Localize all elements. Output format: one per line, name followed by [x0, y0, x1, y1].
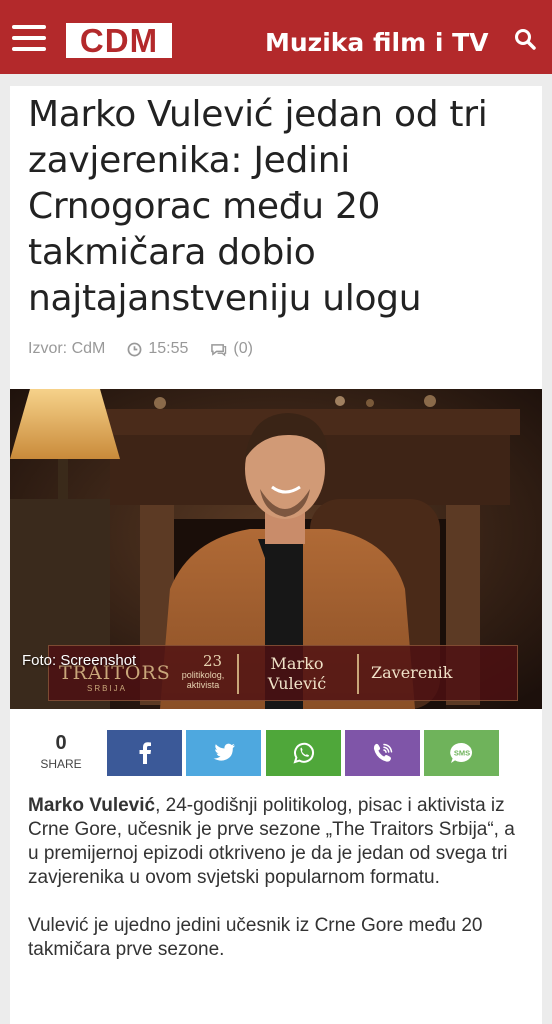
banner-role: politikolog, aktivista	[173, 670, 233, 690]
sms-icon-text: SMS	[453, 749, 469, 758]
article-hero-image[interactable]: TRAITORS SRBIJA 23 politikolog, aktivist…	[10, 389, 542, 709]
article-title: Marko Vulević jedan od tri zavjerenika: …	[28, 94, 488, 319]
clock-icon	[127, 342, 142, 356]
paragraph: Marko Vulević, 24-godišnji politikolog, …	[28, 794, 528, 890]
paragraph: Vulević je ujedno jedini učesnik iz Crne…	[28, 914, 528, 962]
sms-icon: SMS	[449, 742, 472, 763]
twitter-share-button[interactable]	[186, 730, 261, 776]
banner-age: 23	[203, 652, 223, 670]
section-title[interactable]: Muzika film i TV	[265, 28, 489, 58]
banner-divider	[357, 654, 359, 694]
top-bar: CDM Muzika film i TV	[0, 0, 552, 74]
share-counter: 0 SHARE	[32, 732, 90, 771]
show-logo-sub: SRBIJA	[87, 684, 128, 693]
share-count: 0	[55, 732, 67, 754]
comment-icon	[211, 343, 227, 356]
facebook-icon	[139, 742, 151, 764]
time-text: 15:55	[148, 340, 189, 357]
comments-count: (0)	[233, 340, 253, 357]
role-line1: politikolog,	[181, 670, 225, 680]
banner-name: Marko Vulević	[257, 654, 337, 694]
paragraph-bold: Marko Vulević	[28, 795, 156, 816]
role-line2: aktivista	[186, 680, 220, 690]
article-time: 15:55	[127, 340, 188, 358]
twitter-icon	[213, 743, 235, 761]
name-line1: Marko	[270, 654, 324, 673]
image-caption: Foto: Screenshot	[22, 652, 137, 669]
viber-share-button[interactable]	[345, 730, 420, 776]
banner-divider	[237, 654, 239, 694]
banner-label: Zaverenik	[371, 663, 453, 682]
article-source: Izvor: CdM	[28, 340, 106, 357]
menu-icon[interactable]	[12, 25, 46, 51]
viber-icon	[373, 743, 392, 762]
sms-share-button[interactable]: SMS	[424, 730, 499, 776]
whatsapp-share-button[interactable]	[266, 730, 341, 776]
logo-text: CDM	[79, 22, 159, 59]
whatsapp-icon	[292, 742, 314, 764]
article-body: Marko Vulević, 24-godišnji politikolog, …	[28, 794, 528, 986]
article-comments[interactable]: (0)	[210, 340, 253, 358]
name-line2: Vulević	[267, 674, 327, 693]
share-label: SHARE	[40, 757, 82, 771]
article-meta: Izvor: CdM 15:55 (0)	[28, 340, 275, 358]
article-card: Marko Vulević jedan od tri zavjerenika: …	[10, 86, 542, 1024]
paragraph-text: Vulević je ujedno jedini učesnik iz Crne…	[28, 915, 483, 960]
site-logo[interactable]: CDM	[66, 23, 172, 58]
facebook-share-button[interactable]	[107, 730, 182, 776]
search-icon[interactable]	[514, 28, 536, 50]
